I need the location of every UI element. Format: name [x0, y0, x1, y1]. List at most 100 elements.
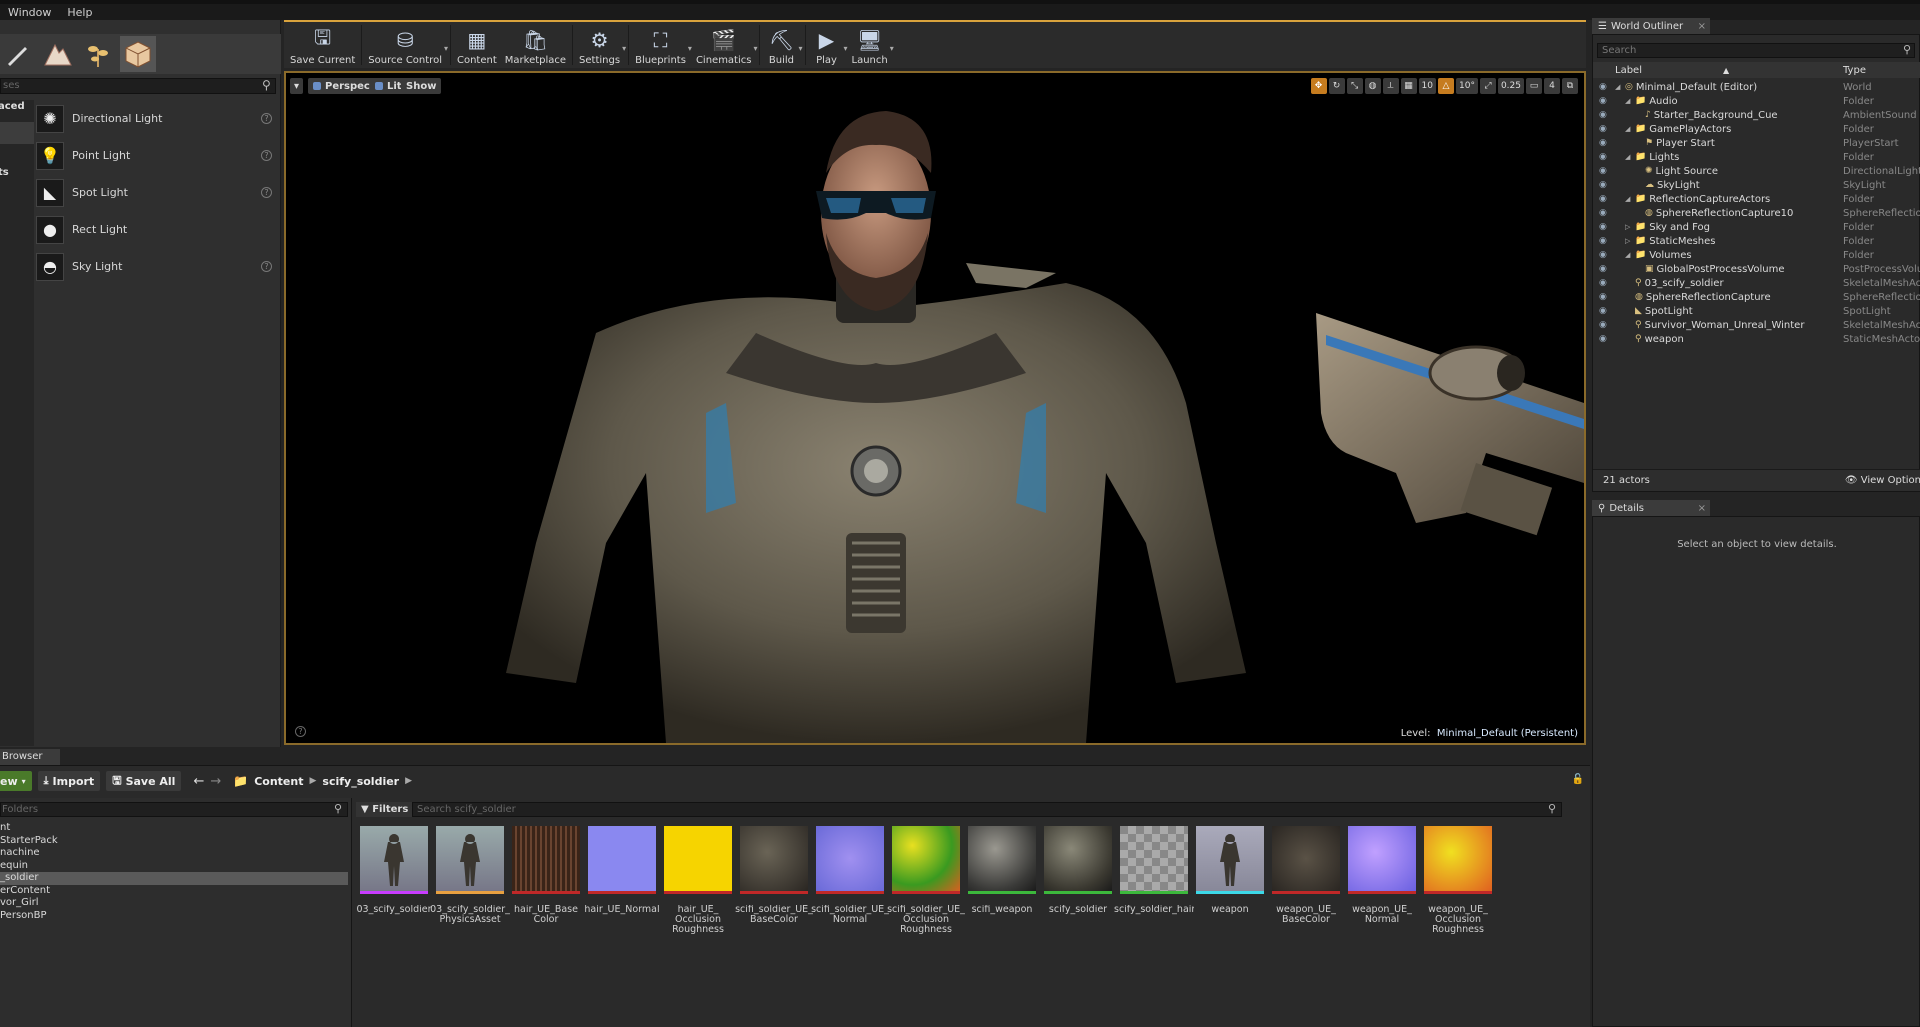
collapse-arrow-icon[interactable]: ▷ — [1625, 223, 1635, 231]
category-tab[interactable] — [0, 144, 34, 166]
eye-icon[interactable]: ◉ — [1599, 278, 1607, 288]
scale-icon[interactable]: ⤡ — [1346, 78, 1363, 94]
expand-arrow-icon[interactable]: ◢ — [1625, 153, 1635, 161]
outliner-row[interactable]: ◉ ⚑ Player Start PlayerStart — [1593, 136, 1920, 150]
asset-tile[interactable]: hair_UE_Base Color — [512, 826, 580, 937]
eye-icon[interactable]: ◉ — [1599, 320, 1607, 330]
view-options-button[interactable]: 👁 View Option — [1845, 475, 1920, 486]
asset-tile[interactable]: scifi_weapon — [968, 826, 1036, 937]
toolbar-marketplace-button[interactable]: 🛍 Marketplace — [501, 22, 570, 68]
eye-icon[interactable]: ◉ — [1599, 124, 1607, 134]
import-button[interactable]: ⤓ Import — [37, 771, 101, 791]
eye-icon[interactable]: ◉ — [1599, 152, 1607, 162]
asset-tile[interactable]: weapon_UE_ BaseColor — [1272, 826, 1340, 937]
folder-tree-item[interactable]: equin — [0, 860, 348, 873]
tab-content-browser[interactable]: Browser — [0, 749, 60, 765]
outliner-row[interactable]: ◉ ◣ SpotLight SpotLight — [1593, 304, 1920, 318]
scale-snap-value[interactable]: 0.25 — [1497, 78, 1524, 94]
tab-world-outliner[interactable]: ☰ World Outliner × — [1592, 18, 1710, 34]
back-arrow-icon[interactable]: ← — [193, 774, 204, 789]
folder-tree-item[interactable]: erContent — [0, 885, 348, 898]
category-tab[interactable] — [0, 188, 34, 210]
expand-arrow-icon[interactable]: ◢ — [1625, 97, 1635, 105]
asset-search-input[interactable]: Search scify_soldier — [412, 802, 1562, 817]
toolbar-content-button[interactable]: ▦ Content — [453, 22, 501, 68]
toolbar-build-button[interactable]: ⛏ Build — [762, 22, 800, 68]
asset-tile[interactable]: scify_soldier — [1044, 826, 1112, 937]
lock-icon[interactable]: 🔓 — [1572, 774, 1584, 785]
eye-icon[interactable]: ◉ — [1599, 250, 1607, 260]
pencil-icon[interactable] — [0, 36, 36, 72]
foliage-icon[interactable] — [80, 36, 116, 72]
toolbar-launch-button[interactable]: 🖥 Launch — [848, 22, 892, 68]
folder-tree-item[interactable]: nachine — [0, 847, 348, 860]
place-item-sky-light[interactable]: ◓ Sky Light? — [36, 248, 276, 285]
select-mode-icon[interactable]: ✥ — [1310, 78, 1327, 94]
label-column-header[interactable]: Label — [1615, 65, 1642, 76]
eye-icon[interactable]: ◉ — [1599, 222, 1607, 232]
folder-tree-item[interactable]: nt — [0, 822, 348, 835]
eye-icon[interactable]: ◉ — [1599, 306, 1607, 316]
eye-icon[interactable]: ◉ — [1599, 96, 1607, 106]
asset-tile[interactable]: weapon — [1196, 826, 1264, 937]
help-icon[interactable]: ? — [261, 187, 272, 198]
category-tab[interactable] — [0, 122, 34, 144]
eye-icon[interactable]: ◉ — [1599, 82, 1607, 92]
close-icon[interactable]: × — [1698, 21, 1706, 32]
search-icon[interactable]: ⚲ — [1903, 43, 1911, 56]
folder-search-input[interactable]: Folders — [0, 802, 348, 817]
menu-window[interactable]: Window — [0, 6, 59, 19]
show-button[interactable]: Show — [401, 78, 442, 94]
asset-tile[interactable]: scifi_soldier_UE_ BaseColor — [735, 826, 813, 937]
toolbar-save-current-button[interactable]: 🖫 Save Current — [286, 22, 359, 68]
search-icon[interactable]: ⚲ — [262, 78, 276, 94]
rotate-icon[interactable]: ↻ — [1328, 78, 1345, 94]
eye-icon[interactable]: ◉ — [1599, 292, 1607, 302]
modes-search-input[interactable]: ses — [0, 78, 276, 94]
maximize-icon[interactable]: ⧉ — [1562, 78, 1578, 94]
camera-speed-value[interactable]: 4 — [1544, 78, 1560, 94]
category-tab[interactable]: ts — [0, 166, 34, 188]
toolbar-blueprints-button[interactable]: ⛶ Blueprints — [631, 22, 690, 68]
outliner-row[interactable]: ◉ ☁ SkyLight SkyLight — [1593, 178, 1920, 192]
folder-tree-item[interactable]: vor_Girl — [0, 897, 348, 910]
save-all-button[interactable]: 🖫 Save All — [106, 771, 182, 791]
asset-tile[interactable]: 03_scify_soldier — [356, 826, 432, 937]
toolbar-source-control-button[interactable]: ⛁ Source Control — [364, 22, 446, 68]
help-icon[interactable]: ? — [295, 726, 306, 737]
expand-arrow-icon[interactable]: ◢ — [1625, 125, 1635, 133]
folder-tree-item[interactable]: PersonBP — [0, 910, 348, 923]
outliner-row[interactable]: ◉ ◍ SphereReflectionCapture10 SphereReflect… — [1593, 206, 1920, 220]
rotation-snap-value[interactable]: 10° — [1456, 78, 1478, 94]
geometry-icon[interactable] — [120, 36, 156, 72]
scale-snap-icon[interactable]: ⤢ — [1479, 78, 1496, 94]
outliner-row[interactable]: ◉ ⚲ Survivor_Woman_Unreal_Winter SkeletalMe… — [1593, 318, 1920, 332]
eye-icon[interactable]: ◉ — [1599, 110, 1607, 120]
camera-speed-icon[interactable]: ▭ — [1526, 78, 1542, 94]
folder-tree-item[interactable]: StarterPack — [0, 835, 348, 848]
help-icon[interactable]: ? — [261, 113, 272, 124]
close-icon[interactable]: × — [1698, 503, 1706, 514]
outliner-row[interactable]: ◉ ◢ 📁 Volumes Folder — [1593, 248, 1920, 262]
add-new-button[interactable]: ew ▾ — [0, 771, 32, 791]
outliner-row[interactable]: ◉ ◢ 📁 Audio Folder — [1593, 94, 1920, 108]
menu-help[interactable]: Help — [59, 6, 100, 19]
toolbar-cinematics-button[interactable]: 🎬 Cinematics — [692, 22, 756, 68]
eye-icon[interactable]: ◉ — [1599, 334, 1607, 344]
toolbar-settings-button[interactable]: ⚙ Settings — [575, 22, 624, 68]
category-tab[interactable]: aced — [0, 100, 34, 122]
breadcrumb-scify-soldier[interactable]: scify_soldier — [322, 775, 399, 788]
outliner-row[interactable]: ◉ ♪ Starter_Background_Cue AmbientSound — [1593, 108, 1920, 122]
tab-details[interactable]: ⚲ Details × — [1592, 500, 1710, 516]
asset-tile[interactable]: hair_UE_ Occlusion Roughness — [664, 826, 732, 937]
help-icon[interactable]: ? — [261, 261, 272, 272]
help-icon[interactable]: ? — [261, 150, 272, 161]
expand-arrow-icon[interactable]: ◢ — [1625, 195, 1635, 203]
eye-icon[interactable]: ◉ — [1599, 208, 1607, 218]
expand-arrow-icon[interactable]: ◢ — [1625, 251, 1635, 259]
level-viewport[interactable]: ▾ Perspective Lit Show ✥ ↻ ⤡ ◍ ⟂ ▦ 10 △ … — [284, 71, 1586, 745]
asset-tile[interactable]: scifi_soldier_UE_ Normal — [811, 826, 889, 937]
asset-tile[interactable]: scifi_soldier_UE_ Occlusion Roughness — [887, 826, 965, 937]
grid-snap-icon[interactable]: ▦ — [1400, 78, 1417, 94]
outliner-row[interactable]: ◉ ▷ 📁 StaticMeshes Folder — [1593, 234, 1920, 248]
